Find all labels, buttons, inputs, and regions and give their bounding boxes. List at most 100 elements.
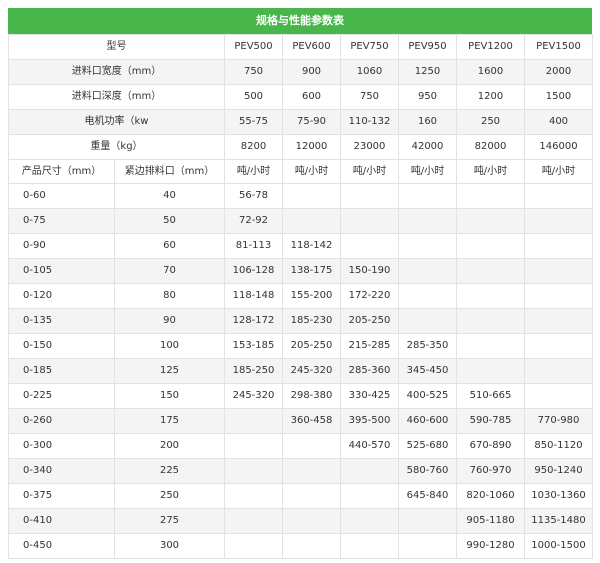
capacity-cell: 185-230 [282, 308, 341, 334]
capacity-cell: 760-970 [456, 458, 525, 484]
capacity-cell: 850-1120 [524, 433, 593, 459]
capacity-cell: 298-380 [282, 383, 341, 409]
spec-value: 12000 [282, 134, 341, 160]
css-cell: 300 [114, 533, 225, 559]
table-row: 0-225 150 245-320 298-380 330-425 400-525 510-… [8, 383, 593, 409]
product-size-cell: 0-135 [8, 308, 115, 334]
table-title: 规格与性能参数表 [8, 8, 592, 34]
css-cell: 200 [114, 433, 225, 459]
spec-value: 400 [524, 109, 593, 135]
capacity-cell [340, 208, 399, 234]
capacity-cell [282, 433, 341, 459]
capacity-cell: 215-285 [340, 333, 399, 359]
capacity-unit: 吨/小时 [340, 159, 399, 184]
capacity-cell: 172-220 [340, 283, 399, 309]
spec-label: 进料口宽度（mm） [8, 59, 225, 85]
capacity-cell: 245-320 [224, 383, 283, 409]
capacity-cell: 645-840 [398, 483, 457, 509]
css-header: 紧边排料口（mm） [114, 159, 225, 184]
capacity-cell [282, 208, 341, 234]
css-cell: 100 [114, 333, 225, 359]
spec-table-container: 规格与性能参数表 型号 PEV500 PEV600 PEV750 PEV950 PEV12… [8, 8, 593, 559]
spec-value: 1250 [398, 59, 457, 85]
spec-value: 42000 [398, 134, 457, 160]
css-cell: 175 [114, 408, 225, 434]
product-size-cell: 0-225 [8, 383, 115, 409]
capacity-cell [282, 183, 341, 209]
table-row: 0-300 200 440-570 525-680 670-890 850-1120 [8, 433, 593, 459]
spec-value: PEV950 [398, 34, 457, 60]
spec-row: 进料口深度（mm） 500 600 750 950 1200 1500 [8, 84, 593, 110]
spec-value: 1060 [340, 59, 399, 85]
capacity-cell: 990-1280 [456, 533, 525, 559]
capacity-cell [282, 533, 341, 559]
table-row: 0-120 80 118-148 155-200 172-220 [8, 283, 593, 309]
spec-value: 750 [224, 59, 283, 85]
capacity-cell: 106-128 [224, 258, 283, 284]
spec-label: 电机功率（kw [8, 109, 225, 135]
capacity-cell [398, 308, 457, 334]
product-size-cell: 0-340 [8, 458, 115, 484]
product-size-cell: 0-105 [8, 258, 115, 284]
css-cell: 50 [114, 208, 225, 234]
spec-value: PEV1500 [524, 34, 593, 60]
capacity-cell: 138-175 [282, 258, 341, 284]
spec-value: 1500 [524, 84, 593, 110]
spec-value: 950 [398, 84, 457, 110]
capacity-cell [524, 258, 593, 284]
spec-row: 型号 PEV500 PEV600 PEV750 PEV950 PEV1200 PEV1500 [8, 34, 593, 60]
capacity-cell [524, 383, 593, 409]
product-size-cell: 0-260 [8, 408, 115, 434]
capacity-cell [224, 483, 283, 509]
capacity-cell [456, 308, 525, 334]
capacity-cell: 400-525 [398, 383, 457, 409]
capacity-cell: 128-172 [224, 308, 283, 334]
capacity-cell: 245-320 [282, 358, 341, 384]
capacity-cell [340, 508, 399, 534]
capacity-cell [524, 183, 593, 209]
capacity-cell [398, 533, 457, 559]
capacity-cell [524, 333, 593, 359]
capacity-cell [524, 233, 593, 259]
product-size-cell: 0-410 [8, 508, 115, 534]
table-row: 0-90 60 81-113 118-142 [8, 233, 593, 259]
capacity-cell [398, 183, 457, 209]
capacity-cell: 440-570 [340, 433, 399, 459]
capacity-cell [456, 283, 525, 309]
capacity-cell: 155-200 [282, 283, 341, 309]
spec-value: 1600 [456, 59, 525, 85]
capacity-cell [224, 533, 283, 559]
spec-value: 146000 [524, 134, 593, 160]
capacity-cell: 285-350 [398, 333, 457, 359]
table-row: 0-135 90 128-172 185-230 205-250 [8, 308, 593, 334]
css-cell: 70 [114, 258, 225, 284]
capacity-cell [340, 233, 399, 259]
capacity-unit: 吨/小时 [524, 159, 593, 184]
capacity-cell [456, 358, 525, 384]
spec-value: PEV750 [340, 34, 399, 60]
capacity-cell [524, 208, 593, 234]
spec-value: PEV1200 [456, 34, 525, 60]
product-size-header: 产品尺寸（mm） [8, 159, 115, 184]
spec-value: 110-132 [340, 109, 399, 135]
table-row: 0-375 250 645-840 820-1060 1030-1360 [8, 483, 593, 509]
capacity-cell: 345-450 [398, 358, 457, 384]
product-size-cell: 0-60 [8, 183, 115, 209]
capacity-cell [456, 183, 525, 209]
capacity-cell [340, 533, 399, 559]
product-size-cell: 0-75 [8, 208, 115, 234]
capacity-cell: 150-190 [340, 258, 399, 284]
capacity-cell [224, 433, 283, 459]
table-row: 0-185 125 185-250 245-320 285-360 345-450 [8, 358, 593, 384]
table-row: 0-60 40 56-78 [8, 183, 593, 209]
product-size-cell: 0-90 [8, 233, 115, 259]
product-size-cell: 0-300 [8, 433, 115, 459]
capacity-unit: 吨/小时 [456, 159, 525, 184]
spec-label: 重量（kg） [8, 134, 225, 160]
capacity-cell: 285-360 [340, 358, 399, 384]
capacity-cell: 395-500 [340, 408, 399, 434]
css-cell: 250 [114, 483, 225, 509]
product-size-cell: 0-185 [8, 358, 115, 384]
spec-value: 75-90 [282, 109, 341, 135]
capacity-cell: 670-890 [456, 433, 525, 459]
